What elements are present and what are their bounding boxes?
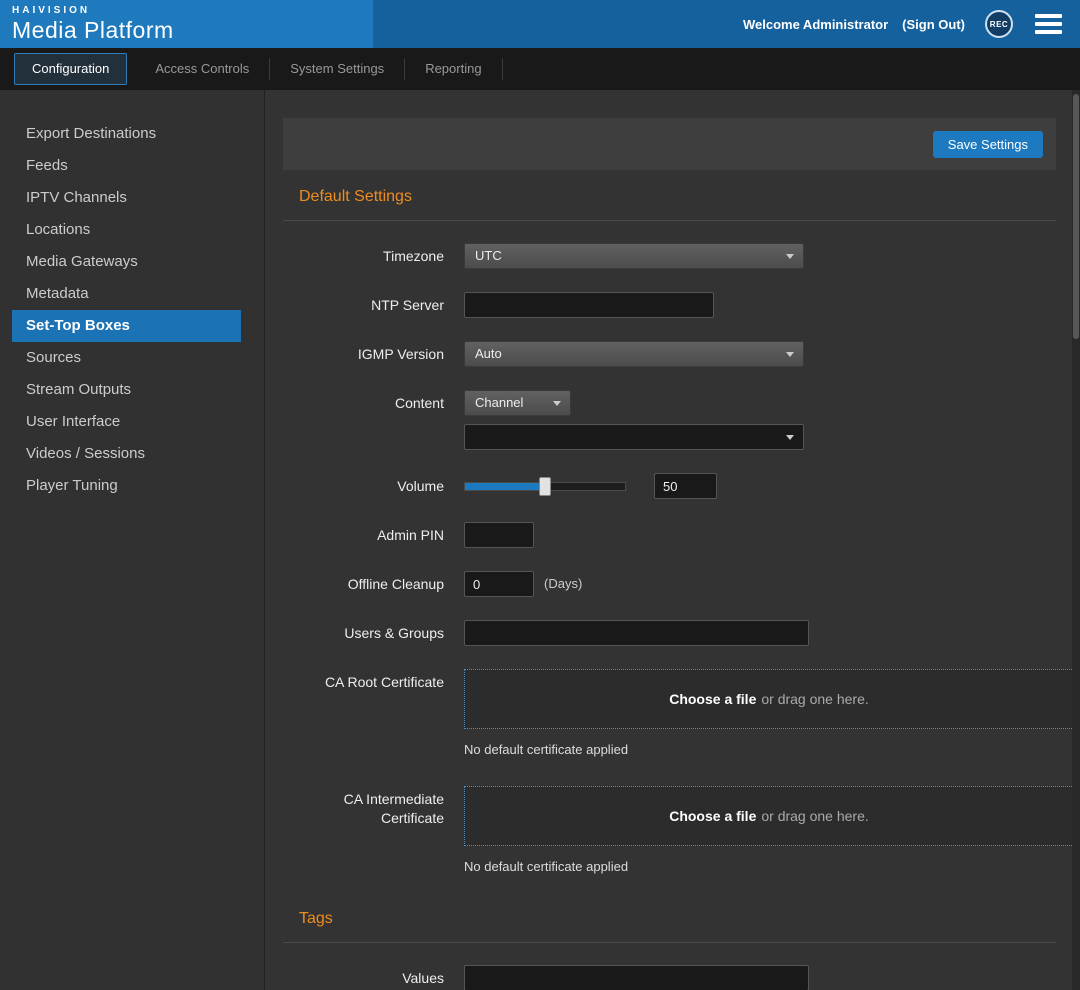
ca-root-certificate-status: No default certificate applied — [464, 742, 1072, 757]
sidebar-item-set-top-boxes[interactable]: Set-Top Boxes — [12, 310, 241, 342]
sign-out-link[interactable]: (Sign Out) — [902, 17, 965, 32]
sidebar-item-sources[interactable]: Sources — [12, 342, 241, 374]
admin-pin-input[interactable] — [464, 522, 534, 548]
ntp-server-input[interactable] — [464, 292, 714, 318]
ntp-server-row: NTP Server — [283, 292, 1072, 318]
ca-root-certificate-dropzone[interactable]: Choose a file or drag one here. — [464, 669, 1072, 729]
default-settings-heading: Default Settings — [283, 188, 1056, 221]
igmp-version-select[interactable]: Auto — [464, 341, 804, 367]
sidebar-item-player-tuning[interactable]: Player Tuning — [12, 470, 241, 502]
chevron-down-icon — [786, 352, 794, 357]
sidebar-item-locations[interactable]: Locations — [12, 214, 241, 246]
drag-hint-text: or drag one here. — [761, 691, 868, 707]
volume-row: Volume — [283, 473, 1072, 499]
tags-form: Values — [283, 965, 1072, 990]
volume-slider-handle[interactable] — [539, 477, 551, 496]
sidebar-item-user-interface[interactable]: User Interface — [12, 406, 241, 438]
choose-file-link[interactable]: Choose a file — [669, 691, 756, 707]
volume-label: Volume — [283, 473, 444, 499]
chevron-down-icon — [786, 254, 794, 259]
tab-access-controls[interactable]: Access Controls — [135, 48, 269, 90]
tab-divider — [502, 58, 503, 80]
sidebar-item-metadata[interactable]: Metadata — [12, 278, 241, 310]
save-settings-button[interactable]: Save Settings — [933, 131, 1043, 158]
ca-intermediate-certificate-row: CA Intermediate Certificate Choose a fil… — [283, 786, 1072, 874]
sidebar-item-export-destinations[interactable]: Export Destinations — [12, 118, 241, 150]
igmp-version-row: IGMP Version Auto — [283, 341, 1072, 367]
menu-icon[interactable] — [1035, 14, 1062, 34]
content-selection-select[interactable] — [464, 424, 804, 450]
tab-configuration[interactable]: Configuration — [14, 53, 127, 85]
igmp-version-label: IGMP Version — [283, 341, 444, 367]
settings-toolbar: Save Settings — [283, 118, 1056, 170]
tags-heading: Tags — [283, 910, 1056, 943]
admin-pin-label: Admin PIN — [283, 522, 444, 548]
volume-slider[interactable] — [464, 473, 626, 499]
timezone-select[interactable]: UTC — [464, 243, 804, 269]
tags-values-row: Values — [283, 965, 1072, 990]
content-type-select[interactable]: Channel — [464, 390, 571, 416]
offline-cleanup-unit: (Days) — [544, 571, 582, 597]
timezone-label: Timezone — [283, 243, 444, 269]
sidebar-item-stream-outputs[interactable]: Stream Outputs — [12, 374, 241, 406]
rec-badge[interactable]: REC — [985, 10, 1013, 38]
users-groups-input[interactable] — [464, 620, 809, 646]
brand-name: HAIVISION — [12, 6, 373, 16]
admin-pin-row: Admin PIN — [283, 522, 1072, 548]
chevron-down-icon — [786, 435, 794, 440]
ca-intermediate-certificate-status: No default certificate applied — [464, 859, 1072, 874]
ca-intermediate-certificate-label: CA Intermediate Certificate — [283, 786, 444, 828]
sidebar-item-feeds[interactable]: Feeds — [12, 150, 241, 182]
ca-intermediate-certificate-dropzone[interactable]: Choose a file or drag one here. — [464, 786, 1072, 846]
sidebar-item-videos-sessions[interactable]: Videos / Sessions — [12, 438, 241, 470]
users-groups-row: Users & Groups — [283, 620, 1072, 646]
timezone-row: Timezone UTC — [283, 243, 1072, 269]
offline-cleanup-label: Offline Cleanup — [283, 571, 444, 597]
drag-hint-text: or drag one here. — [761, 808, 868, 824]
header-actions: Welcome Administrator (Sign Out) REC — [743, 0, 1080, 48]
chevron-down-icon — [553, 401, 561, 406]
tags-values-input[interactable] — [464, 965, 809, 990]
offline-cleanup-input[interactable] — [464, 571, 534, 597]
ca-root-certificate-row: CA Root Certificate Choose a file or dra… — [283, 669, 1072, 757]
brand-product-name: Media Platform — [12, 16, 373, 44]
volume-value-input[interactable] — [654, 473, 717, 499]
timezone-selected-value: UTC — [475, 248, 502, 263]
scrollbar-thumb[interactable] — [1073, 94, 1079, 339]
users-groups-label: Users & Groups — [283, 620, 444, 646]
igmp-selected-value: Auto — [475, 346, 502, 361]
welcome-text: Welcome Administrator — [743, 17, 888, 32]
content-row: Content Channel — [283, 390, 1072, 450]
tags-values-label: Values — [283, 965, 444, 990]
content-type-selected-value: Channel — [475, 395, 523, 410]
settings-panel: Save Settings Default Settings Timezone … — [266, 90, 1072, 990]
brand: HAIVISION Media Platform — [0, 0, 373, 48]
primary-nav: Configuration Access Controls System Set… — [0, 48, 1080, 90]
tab-reporting[interactable]: Reporting — [405, 48, 501, 90]
ntp-server-label: NTP Server — [283, 292, 444, 318]
choose-file-link[interactable]: Choose a file — [669, 808, 756, 824]
content-label: Content — [283, 390, 444, 416]
volume-slider-fill — [465, 483, 545, 490]
config-sidebar: Export Destinations Feeds IPTV Channels … — [0, 90, 265, 990]
scrollbar[interactable] — [1072, 90, 1080, 990]
offline-cleanup-row: Offline Cleanup (Days) — [283, 571, 1072, 597]
sidebar-item-iptv-channels[interactable]: IPTV Channels — [12, 182, 241, 214]
default-settings-form: Timezone UTC NTP Server IGMP Version Aut… — [283, 243, 1072, 874]
app-header: HAIVISION Media Platform Welcome Adminis… — [0, 0, 1080, 48]
tab-system-settings[interactable]: System Settings — [270, 48, 404, 90]
sidebar-item-media-gateways[interactable]: Media Gateways — [12, 246, 241, 278]
rec-badge-label: REC — [990, 20, 1008, 29]
ca-root-certificate-label: CA Root Certificate — [283, 669, 444, 695]
